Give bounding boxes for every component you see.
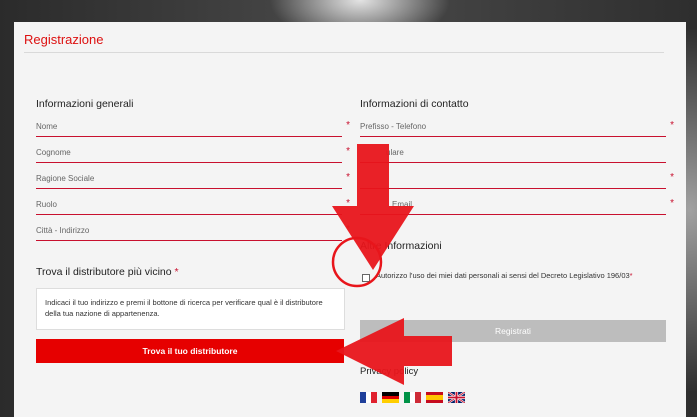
email-field-label: Email bbox=[392, 200, 413, 209]
contact-info-heading: Informazioni di contatto bbox=[360, 98, 469, 110]
registration-panel: Registrazione Informazioni generali Nome… bbox=[14, 22, 686, 417]
distributor-address-box[interactable]: Indicaci il tuo indirizzo e premi il bot… bbox=[36, 288, 345, 330]
required-mark: * bbox=[346, 120, 350, 131]
name-field-label: Nome bbox=[36, 122, 58, 131]
surname-field[interactable]: Cognome * bbox=[36, 146, 350, 163]
company-field[interactable]: Ragione Sociale * bbox=[36, 172, 350, 189]
name-field[interactable]: Nome * bbox=[36, 120, 350, 137]
distributor-heading: Trova il distributore più vicino * bbox=[36, 266, 179, 278]
required-mark: * bbox=[346, 224, 350, 235]
contact-field-3[interactable]: * bbox=[360, 172, 674, 189]
find-distributor-button[interactable]: Trova il tuo distributore bbox=[36, 339, 344, 363]
mobile-field-label: ulare bbox=[386, 148, 404, 157]
general-info-heading: Informazioni generali bbox=[36, 98, 134, 110]
company-field-label: Ragione Sociale bbox=[36, 174, 95, 183]
surname-field-label: Cognome bbox=[36, 148, 71, 157]
consent-label: Autorizzo l'uso dei miei dati personali … bbox=[376, 270, 676, 281]
other-info-heading: Altre Informazioni bbox=[360, 240, 442, 252]
role-field-label: Ruolo bbox=[36, 200, 57, 209]
required-mark: * bbox=[346, 146, 350, 157]
phone-prefix-field[interactable]: Prefisso - Telefono * bbox=[360, 120, 674, 137]
city-address-field[interactable]: Città - Indirizzo * bbox=[36, 224, 350, 241]
phone-prefix-field-label: Prefisso - Telefono bbox=[360, 122, 427, 131]
required-mark: * bbox=[670, 198, 674, 209]
required-mark: * bbox=[629, 271, 633, 280]
page-title: Registrazione bbox=[24, 32, 104, 47]
required-mark: * bbox=[670, 120, 674, 131]
german-flag-icon[interactable] bbox=[382, 392, 399, 403]
title-divider bbox=[24, 52, 664, 53]
email-field[interactable]: Email * bbox=[360, 198, 674, 215]
required-mark: * bbox=[174, 266, 179, 278]
uk-flag-icon[interactable] bbox=[448, 392, 465, 403]
distributor-heading-text: Trova il distributore più vicino bbox=[36, 266, 172, 278]
spanish-flag-icon[interactable] bbox=[426, 392, 443, 403]
city-address-field-label: Città - Indirizzo bbox=[36, 226, 90, 235]
consent-text: Autorizzo l'uso dei miei dati personali … bbox=[376, 271, 630, 280]
mobile-field[interactable]: ulare bbox=[360, 146, 666, 163]
consent-checkbox[interactable] bbox=[362, 274, 370, 282]
italian-flag-icon[interactable] bbox=[404, 392, 421, 403]
role-field[interactable]: Ruolo * bbox=[36, 198, 350, 215]
required-mark: * bbox=[346, 172, 350, 183]
required-mark: * bbox=[346, 198, 350, 209]
register-button[interactable]: Registrati bbox=[360, 320, 666, 342]
french-flag-icon[interactable] bbox=[360, 392, 377, 403]
privacy-policy-link[interactable]: Privacy policy bbox=[360, 366, 418, 377]
language-flags bbox=[360, 392, 465, 403]
required-mark: * bbox=[670, 172, 674, 183]
distributor-info-text: Indicaci il tuo indirizzo e premi il bot… bbox=[45, 298, 323, 318]
